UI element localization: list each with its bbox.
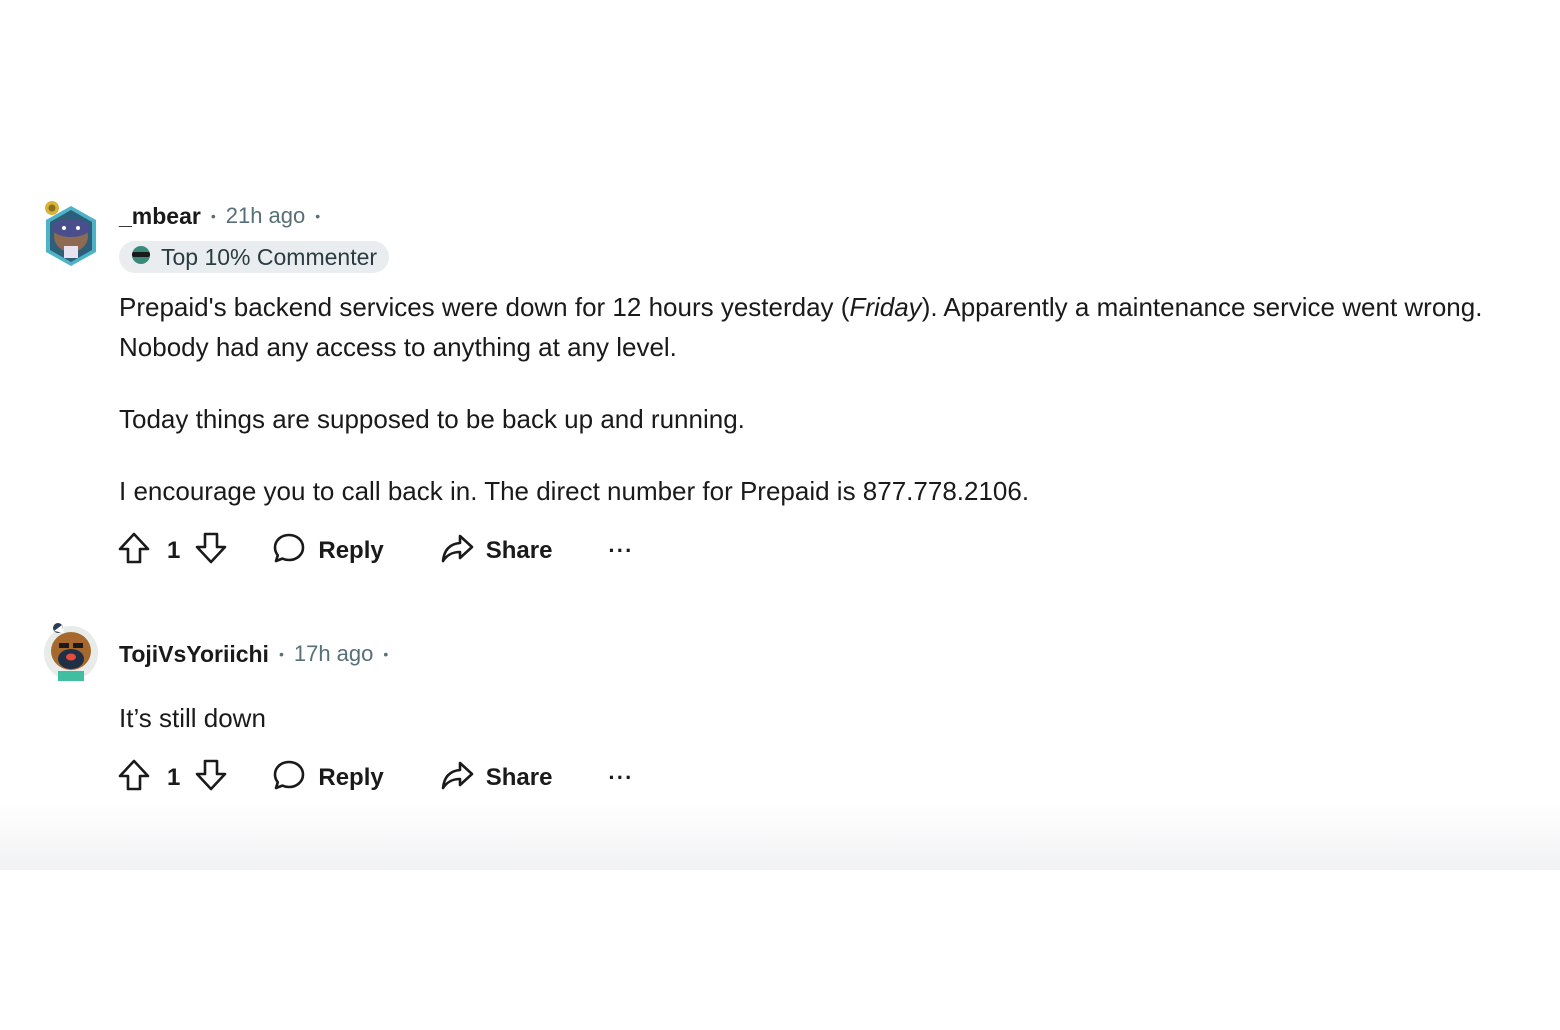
- downvote-icon[interactable]: [194, 531, 228, 572]
- share-arrow-icon: [440, 531, 474, 572]
- separator-dot: •: [278, 646, 284, 662]
- separator-dot: •: [383, 646, 389, 662]
- vote-count: 1: [167, 537, 181, 564]
- share-label: Share: [485, 764, 553, 791]
- comment-paragraph: I encourage you to call back in. The dir…: [119, 476, 1030, 506]
- separator-dot: •: [210, 208, 216, 224]
- share-button[interactable]: Share: [440, 758, 553, 799]
- username[interactable]: TojiVsYoriichi: [119, 641, 269, 668]
- separator-dot: •: [315, 208, 321, 224]
- downvote-icon[interactable]: [194, 758, 228, 799]
- sunglasses-icon: [129, 244, 153, 271]
- page-bottom-fade: [0, 800, 1560, 870]
- vote-count: 1: [167, 764, 181, 791]
- share-button[interactable]: Share: [440, 531, 553, 572]
- comment-actions: 1 Reply Share ···: [117, 758, 633, 798]
- reply-button[interactable]: Reply: [272, 758, 384, 799]
- upvote-icon[interactable]: [117, 531, 151, 572]
- reply-label: Reply: [318, 537, 384, 564]
- upvote-icon[interactable]: [117, 758, 151, 799]
- avatar[interactable]: [42, 617, 100, 687]
- avatar[interactable]: [42, 198, 100, 268]
- more-options-icon[interactable]: ···: [608, 765, 633, 791]
- username[interactable]: _mbear: [119, 203, 201, 230]
- comment-actions: 1 Reply Share ···: [117, 531, 633, 571]
- timestamp[interactable]: 21h ago: [226, 203, 306, 229]
- badge-label: Top 10% Commenter: [161, 243, 378, 270]
- comment-bubble-icon: [272, 531, 306, 572]
- more-options-icon[interactable]: ···: [608, 538, 633, 564]
- comment-paragraph: Today things are supposed to be back up …: [119, 404, 745, 434]
- comment-thread: _mbear • 21h ago • Top 10% Commenter Pre…: [0, 0, 1560, 1030]
- reply-label: Reply: [318, 764, 384, 791]
- comment-paragraph: It’s still down: [119, 703, 266, 733]
- comment-meta: _mbear • 21h ago •: [119, 201, 330, 231]
- vote-control: 1: [117, 758, 228, 799]
- share-arrow-icon: [440, 758, 474, 799]
- comment-body: Prepaid's backend services were down for…: [119, 287, 1519, 543]
- vote-control: 1: [117, 531, 228, 572]
- user-flair-badge: Top 10% Commenter: [119, 241, 390, 273]
- comment-meta: TojiVsYoriichi • 17h ago •: [119, 639, 398, 669]
- share-label: Share: [485, 537, 553, 564]
- timestamp[interactable]: 17h ago: [294, 641, 374, 667]
- comment-paragraph: Prepaid's backend services were down for…: [119, 292, 1483, 362]
- reply-button[interactable]: Reply: [272, 531, 384, 572]
- comment-bubble-icon: [272, 758, 306, 799]
